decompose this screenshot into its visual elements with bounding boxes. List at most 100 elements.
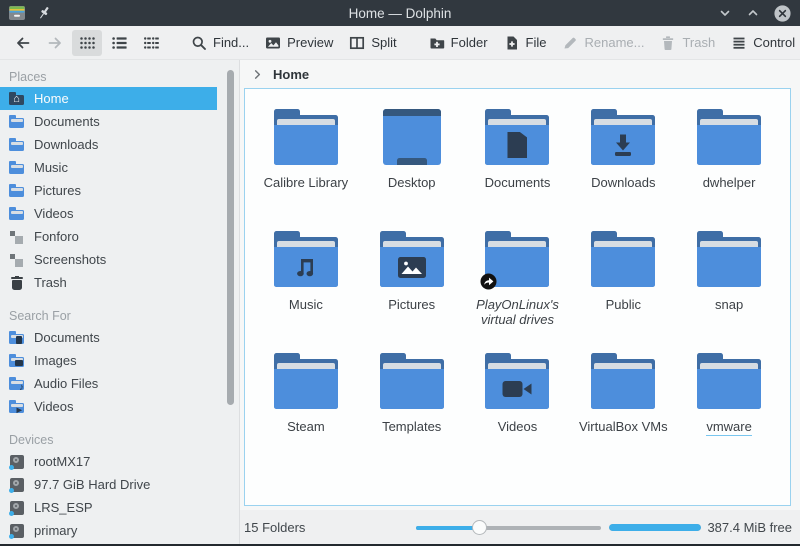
view-icons-icon (79, 35, 95, 51)
toolbar-split-button[interactable]: Split (342, 30, 403, 56)
toolbar-split-label: Split (371, 35, 396, 50)
app-icon[interactable] (8, 5, 26, 21)
folder-count: 15 Folders (244, 520, 305, 535)
sidebar-item-label: Audio Files (34, 376, 98, 391)
folder-icon (9, 160, 25, 176)
grid-item-vmware[interactable]: vmware (676, 353, 782, 475)
grid-item-downloads[interactable]: Downloads (570, 109, 676, 231)
arrow-right-icon (47, 35, 63, 51)
grid-item-calibre-library[interactable]: Calibre Library (253, 109, 359, 231)
view-compact-icon (143, 35, 159, 51)
sidebar-item-documents[interactable]: Documents (0, 326, 217, 349)
sidebar-item-home[interactable]: ⌂Home (0, 87, 217, 110)
sidebar-section-title-places: Places (0, 70, 239, 84)
grid-item-virtualbox-vms[interactable]: VirtualBox VMs (570, 353, 676, 475)
arrow-left-icon (15, 35, 31, 51)
sidebar-item-downloads[interactable]: Downloads (0, 133, 217, 156)
sidebar-item-label: Home (34, 91, 69, 106)
grid-item-label: dwhelper (703, 175, 756, 190)
disk-capacity-bar (609, 524, 701, 531)
toolbar-trash-label: Trash (682, 35, 715, 50)
toolbar-view-details-button[interactable] (104, 30, 134, 56)
dolphin-window: Home — Dolphin Find...PreviewSplitFolder… (0, 0, 800, 546)
sidebar-item-label: Documents (34, 330, 100, 345)
sidebar-item-videos[interactable]: Videos (0, 202, 217, 225)
folder-icon (380, 353, 444, 411)
toolbar-view-compact-button[interactable] (136, 30, 166, 56)
folder-audio-icon: ♪ (9, 376, 25, 392)
grid-item-pictures[interactable]: Pictures (359, 231, 465, 353)
chevron-up-icon[interactable] (745, 5, 761, 21)
toolbar-new-file-button[interactable]: File (497, 30, 554, 56)
sidebar-item-97-7-gib-hard-drive[interactable]: 97.7 GiB Hard Drive (0, 473, 217, 496)
grid-item-playonlinux-s-virtual-drives[interactable]: PlayOnLinux'svirtual drives (465, 231, 571, 353)
sidebar-item-rootmx17[interactable]: rootMX17 (0, 450, 217, 473)
grid-item-label: VirtualBox VMs (579, 419, 668, 434)
sidebar-item-label: Images (34, 353, 77, 368)
sidebar-item-images[interactable]: Images (0, 349, 217, 372)
sidebar-item-pictures[interactable]: Pictures (0, 179, 217, 202)
grid-item-label: snap (715, 297, 743, 312)
toolbar-rename-button[interactable]: Rename... (555, 30, 651, 56)
grid-item-public[interactable]: Public (570, 231, 676, 353)
grid-item-label: Steam (287, 419, 325, 434)
grid-item-dwhelper[interactable]: dwhelper (676, 109, 782, 231)
split-icon (349, 35, 365, 51)
toolbar-trash-button[interactable]: Trash (653, 30, 722, 56)
grid-item-label: Templates (382, 419, 441, 434)
folder-documents-icon (9, 330, 25, 346)
sidebar-item-label: Music (34, 160, 68, 175)
toolbar-preview-label: Preview (287, 35, 333, 50)
sidebar-item-label: Documents (34, 114, 100, 129)
close-icon[interactable] (773, 4, 792, 23)
file-new-icon (504, 35, 520, 51)
pin-icon[interactable] (36, 5, 52, 21)
toolbar-find-button[interactable]: Find... (184, 30, 256, 56)
toolbar-rename-label: Rename... (584, 35, 644, 50)
toolbar-preview-button[interactable]: Preview (258, 30, 340, 56)
grid-item-label: Public (606, 297, 641, 312)
grid-item-videos[interactable]: Videos (465, 353, 571, 475)
toolbar-control-button[interactable]: Control (724, 30, 800, 56)
sidebar-item-trash[interactable]: Trash (0, 271, 217, 294)
grid-item-label: PlayOnLinux'svirtual drives (476, 297, 559, 327)
free-space-label: 387.4 MiB free (707, 520, 792, 535)
sidebar-scrollbar[interactable] (227, 70, 234, 405)
grid-item-templates[interactable]: Templates (359, 353, 465, 475)
grid-item-snap[interactable]: snap (676, 231, 782, 353)
zoom-slider-handle[interactable] (472, 520, 487, 535)
sidebar-item-audio-files[interactable]: ♪ Audio Files (0, 372, 217, 395)
folder-view[interactable]: Calibre LibraryDesktopDocumentsDownloads… (244, 88, 791, 506)
grid-item-music[interactable]: Music (253, 231, 359, 353)
grid-item-desktop[interactable]: Desktop (359, 109, 465, 231)
sidebar-section-title-search-for: Search For (0, 309, 239, 323)
sidebar-item-fonforo[interactable]: Fonforo (0, 225, 217, 248)
toolbar-back-button[interactable] (8, 30, 38, 56)
zoom-slider[interactable] (416, 520, 601, 535)
chevron-right-icon[interactable] (252, 69, 263, 80)
grid-item-label: Music (289, 297, 323, 312)
toolbar-new-folder-button[interactable]: Folder (422, 30, 495, 56)
sidebar-item-videos[interactable]: ►Videos (0, 395, 217, 418)
grid-item-steam[interactable]: Steam (253, 353, 359, 475)
breadcrumb-home[interactable]: Home (273, 67, 309, 82)
sidebar-item-label: primary (34, 523, 77, 538)
sidebar-item-lrs-esp[interactable]: LRS_ESP (0, 496, 217, 519)
folder-new-icon (429, 35, 445, 51)
places-panel: Places ⌂Home Documents Downloads Music Pictur… (0, 60, 240, 544)
sidebar-item-music[interactable]: Music (0, 156, 217, 179)
sidebar-item-documents[interactable]: Documents (0, 110, 217, 133)
sidebar-item-label: Screenshots (34, 252, 106, 267)
folder-videos-icon: ► (9, 399, 25, 415)
toolbar-find-label: Find... (213, 35, 249, 50)
folder-icon (9, 114, 25, 130)
sidebar-item-primary[interactable]: primary (0, 519, 217, 542)
stacked-squares-icon (9, 229, 25, 245)
toolbar-forward-button[interactable] (40, 30, 70, 56)
sidebar-item-screenshots[interactable]: Screenshots (0, 248, 217, 271)
sidebar-item-label: Pictures (34, 183, 81, 198)
toolbar-view-icons-button[interactable] (72, 30, 102, 56)
grid-item-documents[interactable]: Documents (465, 109, 571, 231)
chevron-down-icon[interactable] (717, 5, 733, 21)
folder-icon (485, 231, 549, 289)
